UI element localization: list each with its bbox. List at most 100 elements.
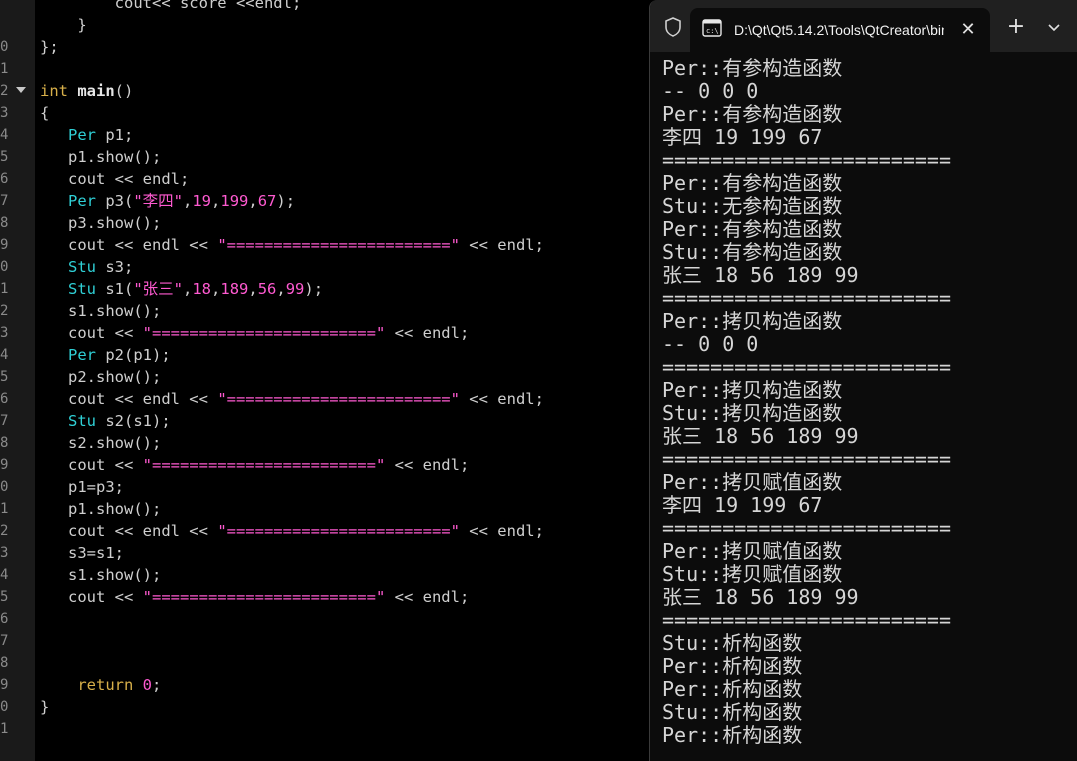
code-line[interactable]: 4 s1.show(); <box>0 564 650 586</box>
code-line[interactable]: 5 p1.show(); <box>0 146 650 168</box>
new-tab-button[interactable]: + <box>1002 14 1030 40</box>
console-output-line: Per::拷贝构造函数 <box>662 379 843 402</box>
code-token: << endl; <box>385 588 470 606</box>
line-number: 6 <box>0 391 8 407</box>
code-line[interactable]: 9 cout << "========================" << … <box>0 454 650 476</box>
code-line[interactable]: } <box>0 14 650 36</box>
code-line[interactable]: 7 <box>0 630 650 652</box>
code-line[interactable]: 6 cout << endl; <box>0 168 650 190</box>
line-number: 1 <box>0 281 8 297</box>
code-token: , <box>211 192 221 210</box>
line-number: 3 <box>0 105 8 121</box>
code-token: , <box>183 280 193 298</box>
code-line[interactable]: 6 cout << endl << "=====================… <box>0 388 650 410</box>
line-number: 8 <box>0 435 8 451</box>
code-token: Stu <box>68 412 96 430</box>
console-output-line: -- 0 0 0 <box>662 333 759 356</box>
code-token: 56 <box>257 280 277 298</box>
title-bar[interactable]: c:\ D:\Qt\Qt5.14.2\Tools\QtCreator\bin\q… <box>650 0 1077 52</box>
code-text: p2.show(); <box>40 366 161 388</box>
code-line[interactable]: 5 cout << "========================" << … <box>0 586 650 608</box>
code-text: Stu s2(s1); <box>40 410 171 432</box>
code-token: << endl; <box>385 324 470 342</box>
console-output-line: 张三 18 56 189 99 <box>662 264 859 287</box>
code-token: 0 <box>142 676 152 694</box>
code-line[interactable]: 2 cout << endl << "=====================… <box>0 520 650 542</box>
code-line[interactable]: 0 p1=p3; <box>0 476 650 498</box>
code-token: , <box>248 192 258 210</box>
code-text: cout << "========================" << en… <box>40 586 469 608</box>
code-line[interactable]: 2 s1.show(); <box>0 300 650 322</box>
console-output-line: ======================== <box>662 448 951 471</box>
code-text: return 0; <box>40 674 161 696</box>
code-token: s3; <box>96 258 134 276</box>
tab-title: D:\Qt\Qt5.14.2\Tools\QtCreator\bin\qtcre… <box>734 22 944 38</box>
code-text: cout << endl << "=======================… <box>40 388 544 410</box>
chevron-down-icon[interactable] <box>1042 14 1066 40</box>
code-text: cout << endl << "=======================… <box>40 234 544 256</box>
code-token: Per <box>68 126 96 144</box>
code-line[interactable]: 9 cout << endl << "=====================… <box>0 234 650 256</box>
code-text: Stu s1("张三",18,189,56,99); <box>40 278 323 300</box>
code-token: s3=s1; <box>40 544 124 562</box>
code-line[interactable]: 3{ <box>0 102 650 124</box>
line-number: 2 <box>0 523 8 539</box>
code-token: cout << <box>40 456 143 474</box>
code-token: Stu <box>68 258 96 276</box>
code-line[interactable]: 4 Per p1; <box>0 124 650 146</box>
code-line[interactable]: 2 int main() <box>0 80 650 102</box>
code-line[interactable]: 6 <box>0 608 650 630</box>
code-line[interactable]: 0 Stu s3; <box>0 256 650 278</box>
code-line[interactable]: 1 p1.show(); <box>0 498 650 520</box>
console-output-line: ======================== <box>662 149 951 172</box>
code-line[interactable]: 7 Per p3("李四",19,199,67); <box>0 190 650 212</box>
code-line[interactable]: 1 <box>0 718 650 740</box>
code-token: } <box>40 16 87 34</box>
console-output[interactable]: Per::有参构造函数 -- 0 0 0 Per::有参构造函数 李四 19 199 … <box>650 52 1077 761</box>
code-text: cout<< score <<endl; <box>40 0 302 14</box>
code-line[interactable]: 8 p3.show(); <box>0 212 650 234</box>
close-icon[interactable]: ✕ <box>956 18 980 42</box>
code-line[interactable]: 0} <box>0 696 650 718</box>
code-text: p1=p3; <box>40 476 124 498</box>
code-token: s1.show(); <box>40 302 162 320</box>
code-line[interactable]: 5 p2.show(); <box>0 366 650 388</box>
code-area[interactable]: cout<< score <<endl; } 0}; 1 2 int main() 3{4… <box>0 0 660 761</box>
code-line[interactable]: 8 <box>0 652 650 674</box>
tab-console[interactable]: c:\ D:\Qt\Qt5.14.2\Tools\QtCreator\bin\q… <box>690 8 990 52</box>
code-token: cout << endl; <box>40 170 190 188</box>
code-token: cout<< score <<endl; <box>40 0 302 12</box>
code-text: s1.show(); <box>40 300 161 322</box>
code-line[interactable]: 3 cout << "========================" << … <box>0 322 650 344</box>
code-text: p1.show(); <box>40 498 161 520</box>
code-token: p2.show(); <box>40 368 162 386</box>
code-token: , <box>183 192 193 210</box>
code-line[interactable]: 1 Stu s1("张三",18,189,56,99); <box>0 278 650 300</box>
code-line[interactable]: 1 <box>0 58 650 80</box>
code-token: cout << endl << <box>40 236 218 254</box>
code-text: cout << "========================" << en… <box>40 454 469 476</box>
console-output-line: 李四 19 199 67 <box>662 126 823 149</box>
console-window[interactable]: c:\ D:\Qt\Qt5.14.2\Tools\QtCreator\bin\q… <box>649 0 1077 761</box>
code-line[interactable]: 3 s3=s1; <box>0 542 650 564</box>
code-token: { <box>40 104 50 122</box>
line-number: 1 <box>0 501 8 517</box>
code-token: p2(p1); <box>96 346 171 364</box>
code-line[interactable]: 0}; <box>0 36 650 58</box>
line-number: 1 <box>0 721 8 737</box>
code-token: 189 <box>220 280 249 298</box>
code-token: ); <box>304 280 324 298</box>
code-line[interactable]: 8 s2.show(); <box>0 432 650 454</box>
line-number: 7 <box>0 633 8 649</box>
code-text: } <box>40 696 49 718</box>
code-token: 18 <box>192 280 212 298</box>
code-line[interactable]: cout<< score <<endl; <box>0 0 650 14</box>
fold-arrow-icon[interactable] <box>16 87 26 93</box>
code-token: "========================" <box>217 390 460 408</box>
code-line[interactable]: 4 Per p2(p1); <box>0 344 650 366</box>
code-line[interactable]: 7 Stu s2(s1); <box>0 410 650 432</box>
code-line[interactable]: 9 return 0; <box>0 674 650 696</box>
